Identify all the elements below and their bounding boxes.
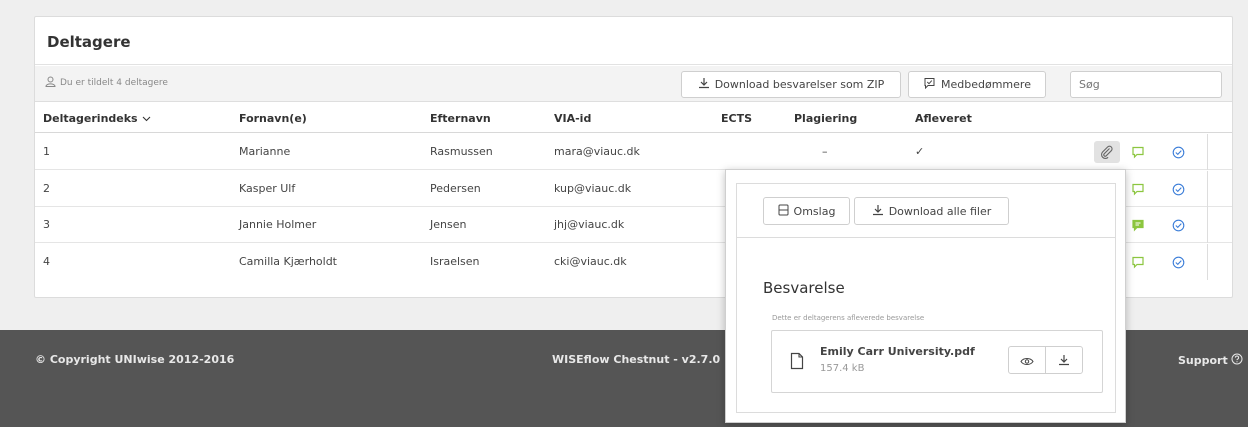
check-circle-icon[interactable]: [1168, 179, 1188, 199]
row-divider: [1207, 171, 1208, 207]
file-icon: [790, 352, 804, 374]
download-all-button[interactable]: Download alle filer: [854, 197, 1009, 225]
header-firstname[interactable]: Fornavn(e): [239, 112, 307, 125]
cell-index: 3: [43, 218, 50, 231]
file-actions: [1008, 346, 1083, 374]
check-circle-icon[interactable]: [1168, 252, 1188, 272]
table-row[interactable]: 1 Marianne Rasmussen mara@viauc.dk – ✓: [35, 134, 1232, 170]
cell-lastname: Israelsen: [430, 255, 480, 268]
search-input[interactable]: [1070, 71, 1222, 98]
cell-lastname: Jensen: [430, 218, 467, 231]
coassessors-label: Medbedømmere: [941, 78, 1031, 91]
help-circle-icon: [1231, 353, 1243, 368]
cell-submitted: ✓: [915, 145, 925, 158]
eye-icon: [1020, 351, 1034, 370]
comment-icon[interactable]: [1128, 179, 1148, 199]
header-via-id[interactable]: VIA-id: [554, 112, 591, 125]
check-circle-icon[interactable]: [1168, 142, 1188, 162]
row-divider: [1207, 244, 1208, 280]
header-plagiarism[interactable]: Plagiering: [794, 112, 857, 125]
user-icon: [45, 76, 56, 90]
download-icon: [1058, 351, 1070, 370]
toolbar: Du er tildelt 4 deltagere Download besva…: [35, 66, 1232, 102]
cover-label: Omslag: [793, 204, 836, 218]
download-zip-label: Download besvarelser som ZIP: [714, 78, 885, 91]
header-index-label: Deltagerindeks: [43, 112, 138, 125]
coassessors-button[interactable]: Medbedømmere: [908, 71, 1046, 98]
cell-index: 1: [43, 145, 50, 158]
assigned-info: Du er tildelt 4 deltagere: [45, 76, 168, 90]
check-bubble-icon: [923, 77, 936, 92]
cell-firstname: Camilla Kjærholdt: [239, 255, 337, 268]
submission-subtext: Dette er deltagerens afleverede besvarel…: [772, 314, 925, 322]
row-divider: [1207, 207, 1208, 243]
download-all-label: Download alle filer: [888, 204, 992, 218]
file-download-button[interactable]: [1045, 347, 1082, 373]
header-ects[interactable]: ECTS: [721, 112, 752, 125]
file-name[interactable]: Emily Carr University.pdf: [820, 345, 975, 358]
panel-title: Deltagere: [35, 17, 1232, 65]
file-size: 157.4 kB: [820, 363, 865, 374]
copyright-text: © Copyright UNIwise 2012-2016: [35, 353, 235, 366]
cell-firstname: Kasper Ulf: [239, 182, 296, 195]
paperclip-icon[interactable]: [1094, 141, 1120, 163]
header-lastname[interactable]: Efternavn: [430, 112, 491, 125]
check-circle-icon[interactable]: [1168, 215, 1188, 235]
cell-via-id: cki@viauc.dk: [554, 255, 627, 268]
header-submitted[interactable]: Afleveret: [915, 112, 972, 125]
version-text: WISEflow Chestnut - v2.7.0: [552, 353, 721, 366]
table-header: Deltagerindeks Fornavn(e) Efternavn VIA-…: [35, 103, 1232, 133]
comment-filled-icon[interactable]: [1128, 215, 1148, 235]
row-divider: [1207, 134, 1208, 170]
submission-heading: Besvarelse: [763, 279, 845, 297]
popover-body: Omslag Download alle filer Besvarelse De…: [736, 183, 1116, 413]
cell-plagiarism: –: [822, 145, 828, 158]
support-link[interactable]: Support: [1178, 353, 1243, 368]
cell-lastname: Pedersen: [430, 182, 481, 195]
download-icon: [872, 204, 884, 219]
header-index[interactable]: Deltagerindeks: [43, 112, 151, 125]
cell-via-id: jhj@viauc.dk: [554, 218, 625, 231]
preview-button[interactable]: [1009, 347, 1045, 373]
cover-button[interactable]: Omslag: [763, 197, 850, 225]
popover-actions: Omslag Download alle filer: [737, 184, 1115, 238]
support-label: Support: [1178, 354, 1228, 367]
cell-firstname: Jannie Holmer: [239, 218, 317, 231]
cell-index: 2: [43, 182, 50, 195]
submission-popover: Omslag Download alle filer Besvarelse De…: [725, 169, 1126, 423]
cover-icon: [778, 204, 789, 219]
cell-via-id: kup@viauc.dk: [554, 182, 632, 195]
comment-icon[interactable]: [1128, 252, 1148, 272]
cell-lastname: Rasmussen: [430, 145, 493, 158]
download-zip-button[interactable]: Download besvarelser som ZIP: [681, 71, 901, 98]
download-icon: [698, 77, 710, 92]
cell-index: 4: [43, 255, 50, 268]
cell-via-id: mara@viauc.dk: [554, 145, 640, 158]
file-card: Emily Carr University.pdf 157.4 kB: [771, 330, 1103, 393]
assigned-text: Du er tildelt 4 deltagere: [60, 78, 168, 88]
cell-firstname: Marianne: [239, 145, 291, 158]
comment-icon[interactable]: [1128, 142, 1148, 162]
chevron-down-icon: [142, 112, 151, 125]
